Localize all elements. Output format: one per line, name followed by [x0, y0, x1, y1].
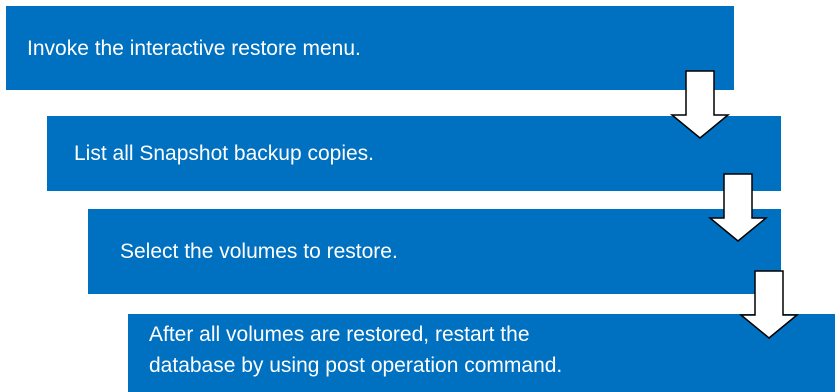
down-arrow-icon [738, 270, 800, 339]
down-arrow-icon [669, 70, 731, 139]
step-3-box: Select the volumes to restore. [88, 209, 781, 294]
step-1-box: Invoke the interactive restore menu. [6, 6, 734, 90]
step-3-text: Select the volumes to restore. [120, 240, 398, 263]
down-arrow-icon [707, 173, 769, 242]
step-4-box: After all volumes are restored, restart … [128, 314, 835, 392]
step-1-text: Invoke the interactive restore menu. [27, 36, 361, 60]
step-2-text: List all Snapshot backup copies. [74, 142, 375, 165]
step-4-text: After all volumes are restored, restart … [149, 323, 563, 377]
